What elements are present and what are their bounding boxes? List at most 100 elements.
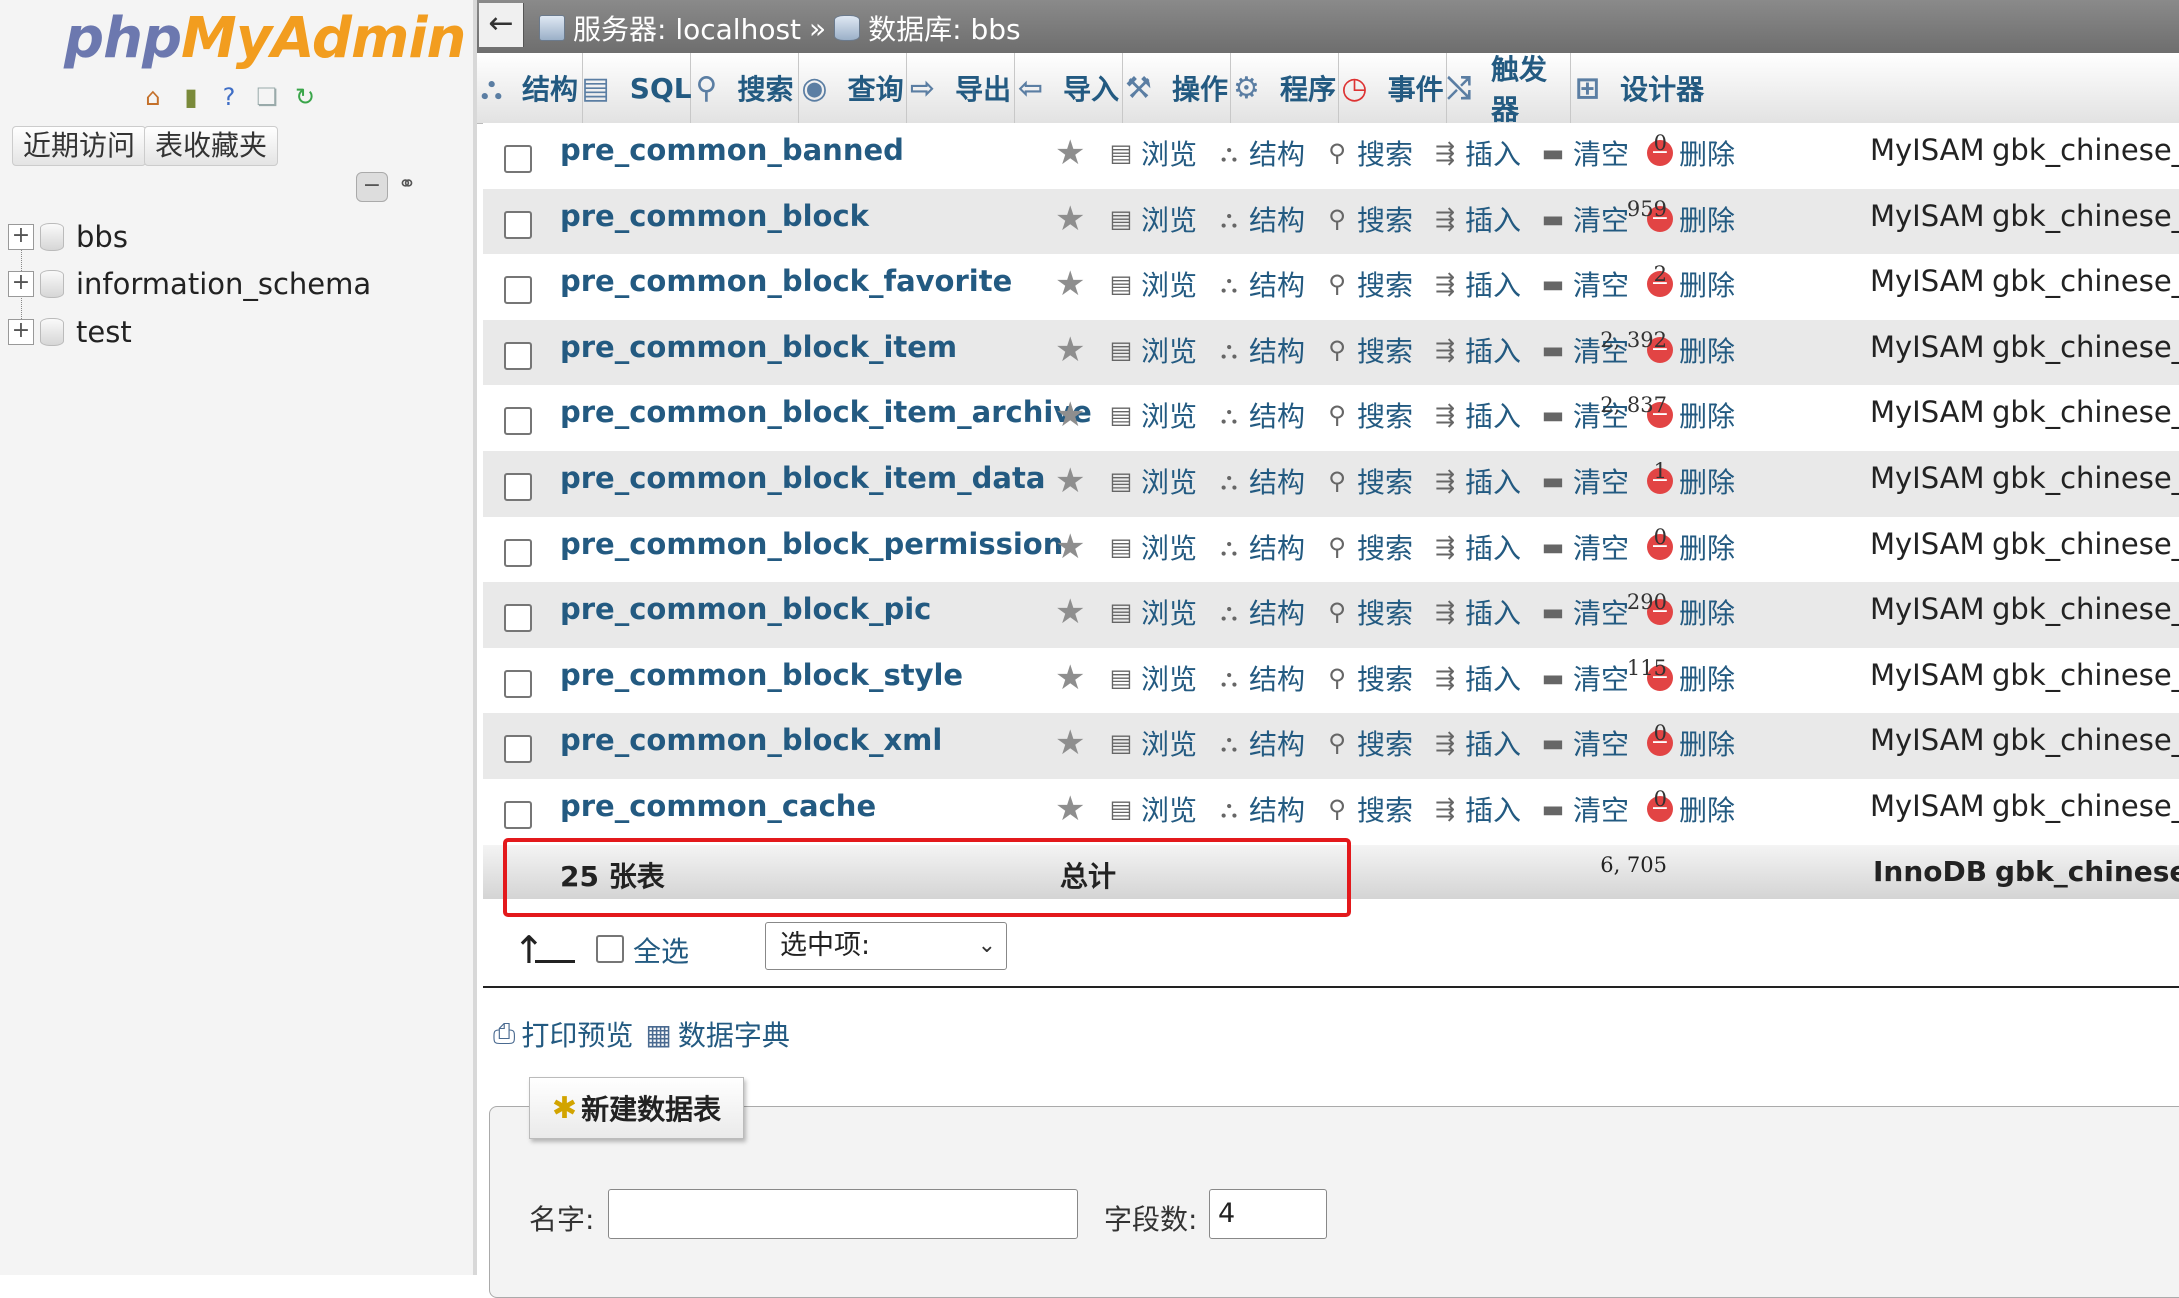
browse-action[interactable]: ▤ 浏览 bbox=[1107, 264, 1197, 304]
search-action[interactable]: ⚲ 搜索 bbox=[1323, 658, 1413, 698]
favorite-star-icon[interactable]: ★ bbox=[1055, 789, 1085, 829]
tab-query[interactable]: ◉ 查询 bbox=[799, 53, 907, 123]
table-name-link[interactable]: pre_common_block_item_archive bbox=[560, 395, 1092, 429]
table-name-link[interactable]: pre_common_block_item bbox=[560, 330, 957, 364]
empty-action[interactable]: ▬ 清空 bbox=[1539, 658, 1629, 698]
check-all-label[interactable]: 全选 bbox=[633, 930, 689, 970]
db-tree-item-test[interactable]: + test bbox=[8, 310, 448, 354]
data-dictionary-link[interactable]: 数据字典 bbox=[678, 1014, 790, 1054]
table-name-link[interactable]: pre_common_block bbox=[560, 199, 869, 233]
table-name-link[interactable]: pre_common_block_item_data bbox=[560, 461, 1045, 495]
structure-action[interactable]: ⛬ 结构 bbox=[1215, 527, 1305, 567]
row-checkbox[interactable] bbox=[504, 145, 532, 173]
search-action[interactable]: ⚲ 搜索 bbox=[1323, 395, 1413, 435]
empty-action[interactable]: ▬ 清空 bbox=[1539, 264, 1629, 304]
browse-action[interactable]: ▤ 浏览 bbox=[1107, 723, 1197, 763]
table-name-input[interactable] bbox=[608, 1189, 1078, 1239]
back-arrow-icon[interactable]: ← bbox=[479, 3, 524, 47]
table-name-link[interactable]: pre_common_cache bbox=[560, 789, 876, 823]
tab-triggers[interactable]: ⤭ 触发器 bbox=[1447, 53, 1571, 126]
row-checkbox[interactable] bbox=[504, 407, 532, 436]
logout-icon[interactable]: ▮ bbox=[176, 82, 206, 112]
tab-import[interactable]: ⇦ 导入 bbox=[1015, 53, 1123, 123]
search-action[interactable]: ⚲ 搜索 bbox=[1323, 723, 1413, 763]
db-tree-label[interactable]: bbs bbox=[76, 220, 128, 254]
insert-action[interactable]: ⇶ 插入 bbox=[1431, 264, 1521, 304]
table-name-link[interactable]: pre_common_banned bbox=[560, 133, 904, 167]
empty-action[interactable]: ▬ 清空 bbox=[1539, 461, 1629, 501]
db-tree-label[interactable]: test bbox=[76, 315, 132, 349]
browse-action[interactable]: ▤ 浏览 bbox=[1107, 199, 1197, 239]
browse-action[interactable]: ▤ 浏览 bbox=[1107, 461, 1197, 501]
db-tree-item-information-schema[interactable]: + information_schema bbox=[8, 262, 448, 306]
with-selected-dropdown[interactable]: 选中项: ⌄ bbox=[765, 922, 1007, 970]
search-action[interactable]: ⚲ 搜索 bbox=[1323, 199, 1413, 239]
structure-action[interactable]: ⛬ 结构 bbox=[1215, 592, 1305, 632]
search-action[interactable]: ⚲ 搜索 bbox=[1323, 330, 1413, 370]
browse-action[interactable]: ▤ 浏览 bbox=[1107, 527, 1197, 567]
breadcrumb-database[interactable]: 数据库: bbs bbox=[868, 8, 1020, 48]
search-action[interactable]: ⚲ 搜索 bbox=[1323, 133, 1413, 173]
structure-action[interactable]: ⛬ 结构 bbox=[1215, 461, 1305, 501]
structure-action[interactable]: ⛬ 结构 bbox=[1215, 789, 1305, 829]
browse-action[interactable]: ▤ 浏览 bbox=[1107, 133, 1197, 173]
table-name-link[interactable]: pre_common_block_style bbox=[560, 658, 963, 692]
expand-icon[interactable]: + bbox=[8, 319, 34, 345]
search-action[interactable]: ⚲ 搜索 bbox=[1323, 789, 1413, 829]
search-action[interactable]: ⚲ 搜索 bbox=[1323, 592, 1413, 632]
column-count-input[interactable]: 4 bbox=[1209, 1189, 1327, 1239]
favorite-star-icon[interactable]: ★ bbox=[1055, 723, 1085, 763]
favorite-star-icon[interactable]: ★ bbox=[1055, 592, 1085, 632]
row-checkbox[interactable] bbox=[504, 735, 532, 764]
print-view-link[interactable]: 打印预览 bbox=[521, 1014, 633, 1054]
row-checkbox[interactable] bbox=[504, 276, 532, 305]
docs-icon[interactable]: ❏ bbox=[252, 82, 282, 112]
insert-action[interactable]: ⇶ 插入 bbox=[1431, 789, 1521, 829]
tab-sql[interactable]: ▤ SQL bbox=[581, 53, 692, 123]
recent-tables-button[interactable]: 近期访问 bbox=[12, 126, 147, 166]
structure-action[interactable]: ⛬ 结构 bbox=[1215, 264, 1305, 304]
search-action[interactable]: ⚲ 搜索 bbox=[1323, 264, 1413, 304]
expand-icon[interactable]: + bbox=[8, 271, 34, 297]
favorite-star-icon[interactable]: ★ bbox=[1055, 264, 1085, 304]
structure-action[interactable]: ⛬ 结构 bbox=[1215, 723, 1305, 763]
insert-action[interactable]: ⇶ 插入 bbox=[1431, 658, 1521, 698]
favorite-star-icon[interactable]: ★ bbox=[1055, 527, 1085, 567]
insert-action[interactable]: ⇶ 插入 bbox=[1431, 461, 1521, 501]
favorite-star-icon[interactable]: ★ bbox=[1055, 330, 1085, 370]
browse-action[interactable]: ▤ 浏览 bbox=[1107, 330, 1197, 370]
insert-action[interactable]: ⇶ 插入 bbox=[1431, 199, 1521, 239]
empty-action[interactable]: ▬ 清空 bbox=[1539, 527, 1629, 567]
structure-action[interactable]: ⛬ 结构 bbox=[1215, 133, 1305, 173]
collapse-all-icon[interactable]: − bbox=[356, 172, 388, 202]
home-icon[interactable]: ⌂ bbox=[138, 82, 168, 112]
row-checkbox[interactable] bbox=[504, 210, 532, 239]
tab-export[interactable]: ⇨ 导出 bbox=[907, 53, 1015, 123]
db-tree-item-bbs[interactable]: + bbs bbox=[8, 215, 448, 259]
favorite-star-icon[interactable]: ★ bbox=[1055, 658, 1085, 698]
favorite-star-icon[interactable]: ★ bbox=[1055, 133, 1085, 173]
tab-structure[interactable]: ⛬ 结构 bbox=[477, 53, 583, 123]
tab-events[interactable]: ◷ 事件 bbox=[1339, 53, 1447, 123]
table-name-link[interactable]: pre_common_block_permission bbox=[560, 527, 1063, 561]
structure-action[interactable]: ⛬ 结构 bbox=[1215, 395, 1305, 435]
tab-operations[interactable]: ⚒ 操作 bbox=[1123, 53, 1231, 123]
empty-action[interactable]: ▬ 清空 bbox=[1539, 723, 1629, 763]
expand-icon[interactable]: + bbox=[8, 224, 34, 250]
help-icon[interactable]: ? bbox=[214, 82, 244, 112]
structure-action[interactable]: ⛬ 结构 bbox=[1215, 658, 1305, 698]
db-tree-label[interactable]: information_schema bbox=[76, 267, 371, 301]
table-name-link[interactable]: pre_common_block_favorite bbox=[560, 264, 1012, 298]
empty-action[interactable]: ▬ 清空 bbox=[1539, 592, 1629, 632]
breadcrumb-server[interactable]: 服务器: localhost bbox=[573, 8, 801, 48]
structure-action[interactable]: ⛬ 结构 bbox=[1215, 330, 1305, 370]
structure-action[interactable]: ⛬ 结构 bbox=[1215, 199, 1305, 239]
row-checkbox[interactable] bbox=[504, 538, 532, 567]
table-name-link[interactable]: pre_common_block_pic bbox=[560, 592, 931, 626]
favorite-tables-button[interactable]: 表收藏夹 bbox=[144, 126, 279, 166]
browse-action[interactable]: ▤ 浏览 bbox=[1107, 658, 1197, 698]
empty-action[interactable]: ▬ 清空 bbox=[1539, 199, 1629, 239]
browse-action[interactable]: ▤ 浏览 bbox=[1107, 789, 1197, 829]
empty-action[interactable]: ▬ 清空 bbox=[1539, 133, 1629, 173]
row-checkbox[interactable] bbox=[504, 472, 532, 501]
